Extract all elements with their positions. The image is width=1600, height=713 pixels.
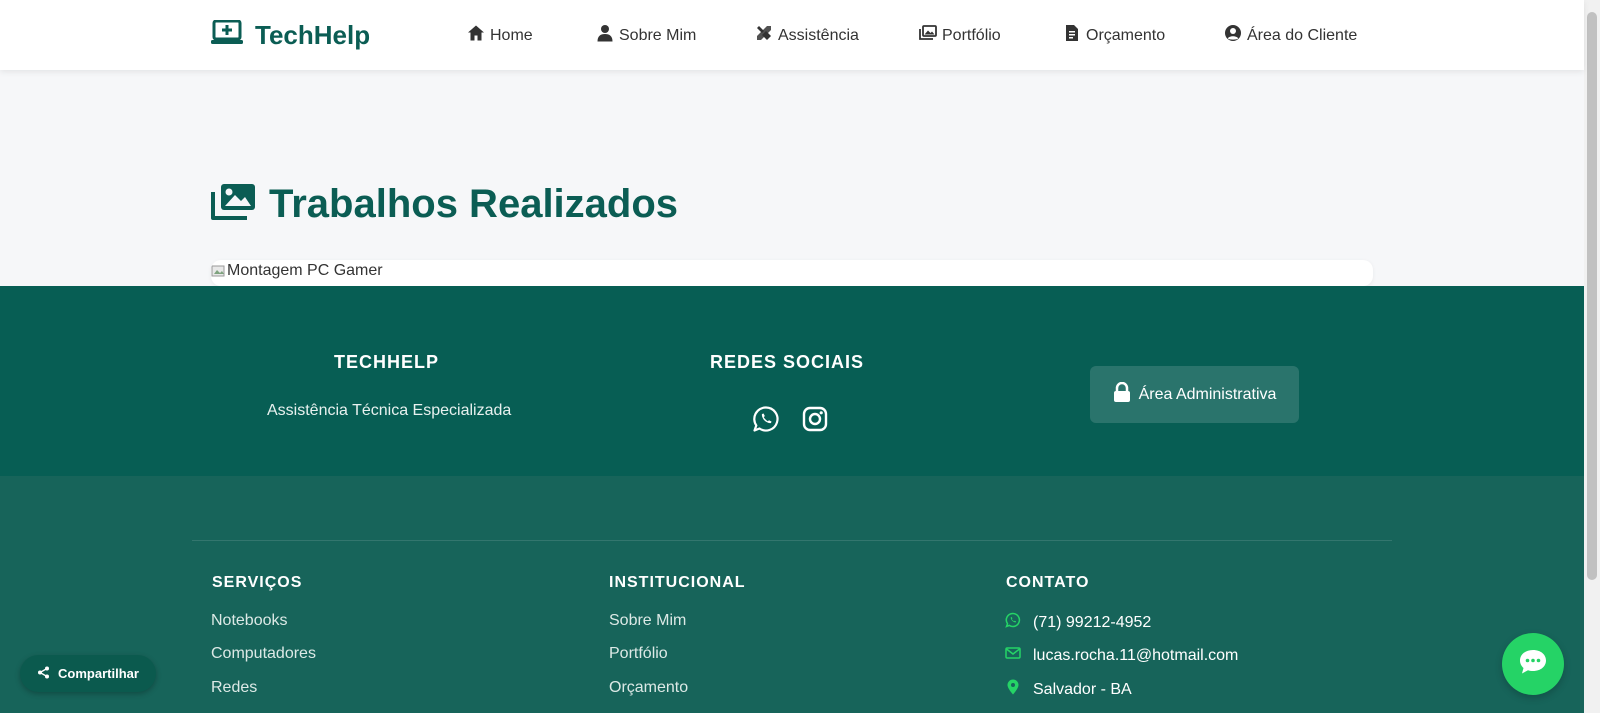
chat-icon [1518, 648, 1548, 681]
admin-area-button[interactable]: Área Administrativa [1090, 366, 1299, 423]
map-pin-icon [1005, 679, 1021, 700]
footer-divider [192, 540, 1392, 541]
nav-label: Home [490, 26, 533, 44]
services-link-computadores[interactable]: Computadores [211, 645, 316, 663]
envelope-icon [1005, 645, 1021, 666]
lock-icon [1113, 381, 1131, 407]
chat-button[interactable] [1502, 633, 1564, 695]
home-icon [467, 24, 485, 47]
portfolio-image[interactable]: Montagem PC Gamer [211, 260, 1373, 282]
user-circle-icon [1224, 24, 1242, 47]
main-nav: Home Sobre Mim Assistência Portfólio Orç… [0, 24, 1584, 46]
images-icon [211, 182, 257, 227]
share-icon [37, 666, 50, 682]
nav-sobre-mim[interactable]: Sobre Mim [596, 24, 696, 47]
page-scrollbar[interactable] [1584, 0, 1600, 713]
contact-phone-text: (71) 99212-4952 [1033, 613, 1152, 631]
footer-about-text: Assistência Técnica Especializada [267, 402, 512, 419]
contact-email[interactable]: lucas.rocha.11@hotmail.com [1005, 645, 1238, 666]
user-icon [596, 24, 614, 47]
contact-title: CONTATO [1006, 574, 1090, 591]
nav-home[interactable]: Home [467, 24, 533, 47]
nav-label: Orçamento [1086, 26, 1166, 44]
nav-assistencia[interactable]: Assistência [755, 24, 859, 47]
contact-location: Salvador - BA [1005, 679, 1132, 700]
broken-image-icon [211, 263, 227, 279]
footer-bottom: SERVIÇOS Notebooks Computadores Redes IN… [0, 476, 1584, 713]
page-heading: Trabalhos Realizados [269, 182, 679, 226]
image-alt-text: Montagem PC Gamer [227, 262, 383, 279]
images-icon [919, 24, 937, 47]
nav-label: Sobre Mim [619, 26, 697, 44]
share-button[interactable]: Compartilhar [20, 655, 156, 692]
whatsapp-icon [1005, 612, 1021, 633]
contact-location-text: Salvador - BA [1033, 680, 1132, 698]
services-link-notebooks[interactable]: Notebooks [211, 612, 288, 630]
services-title: SERVIÇOS [212, 574, 303, 591]
admin-area-label: Área Administrativa [1138, 385, 1277, 403]
page-title: Trabalhos Realizados [211, 182, 678, 227]
contact-email-text: lucas.rocha.11@hotmail.com [1033, 646, 1239, 664]
footer-social-title: REDES SOCIAIS [710, 352, 865, 372]
contact-phone[interactable]: (71) 99212-4952 [1005, 612, 1151, 633]
nav-portfolio[interactable]: Portfólio [919, 24, 1001, 47]
footer-top: TECHHELP Assistência Técnica Especializa… [0, 286, 1584, 476]
nav-label: Área do Cliente [1247, 26, 1358, 44]
scrollbar-thumb[interactable] [1587, 12, 1597, 580]
file-invoice-icon [1063, 24, 1081, 47]
institutional-link-portfolio[interactable]: Portfólio [609, 645, 668, 663]
footer-about-title: TECHHELP [334, 352, 440, 372]
nav-area-cliente[interactable]: Área do Cliente [1224, 24, 1357, 47]
portfolio-card[interactable]: Montagem PC Gamer [211, 260, 1373, 286]
whatsapp-icon[interactable] [752, 405, 780, 433]
tools-icon [755, 24, 773, 47]
social-links [752, 405, 829, 433]
institutional-link-sobre-mim[interactable]: Sobre Mim [609, 612, 686, 630]
services-link-redes[interactable]: Redes [211, 679, 257, 697]
institutional-title: INSTITUCIONAL [609, 574, 746, 591]
nav-label: Portfólio [942, 26, 1001, 44]
share-label: Compartilhar [58, 666, 139, 681]
navbar: TechHelp Home Sobre Mim Assistência Port… [0, 0, 1584, 70]
instagram-icon[interactable] [801, 405, 829, 433]
nav-orcamento[interactable]: Orçamento [1063, 24, 1165, 47]
institutional-link-orcamento[interactable]: Orçamento [609, 679, 688, 697]
nav-label: Assistência [778, 26, 859, 44]
